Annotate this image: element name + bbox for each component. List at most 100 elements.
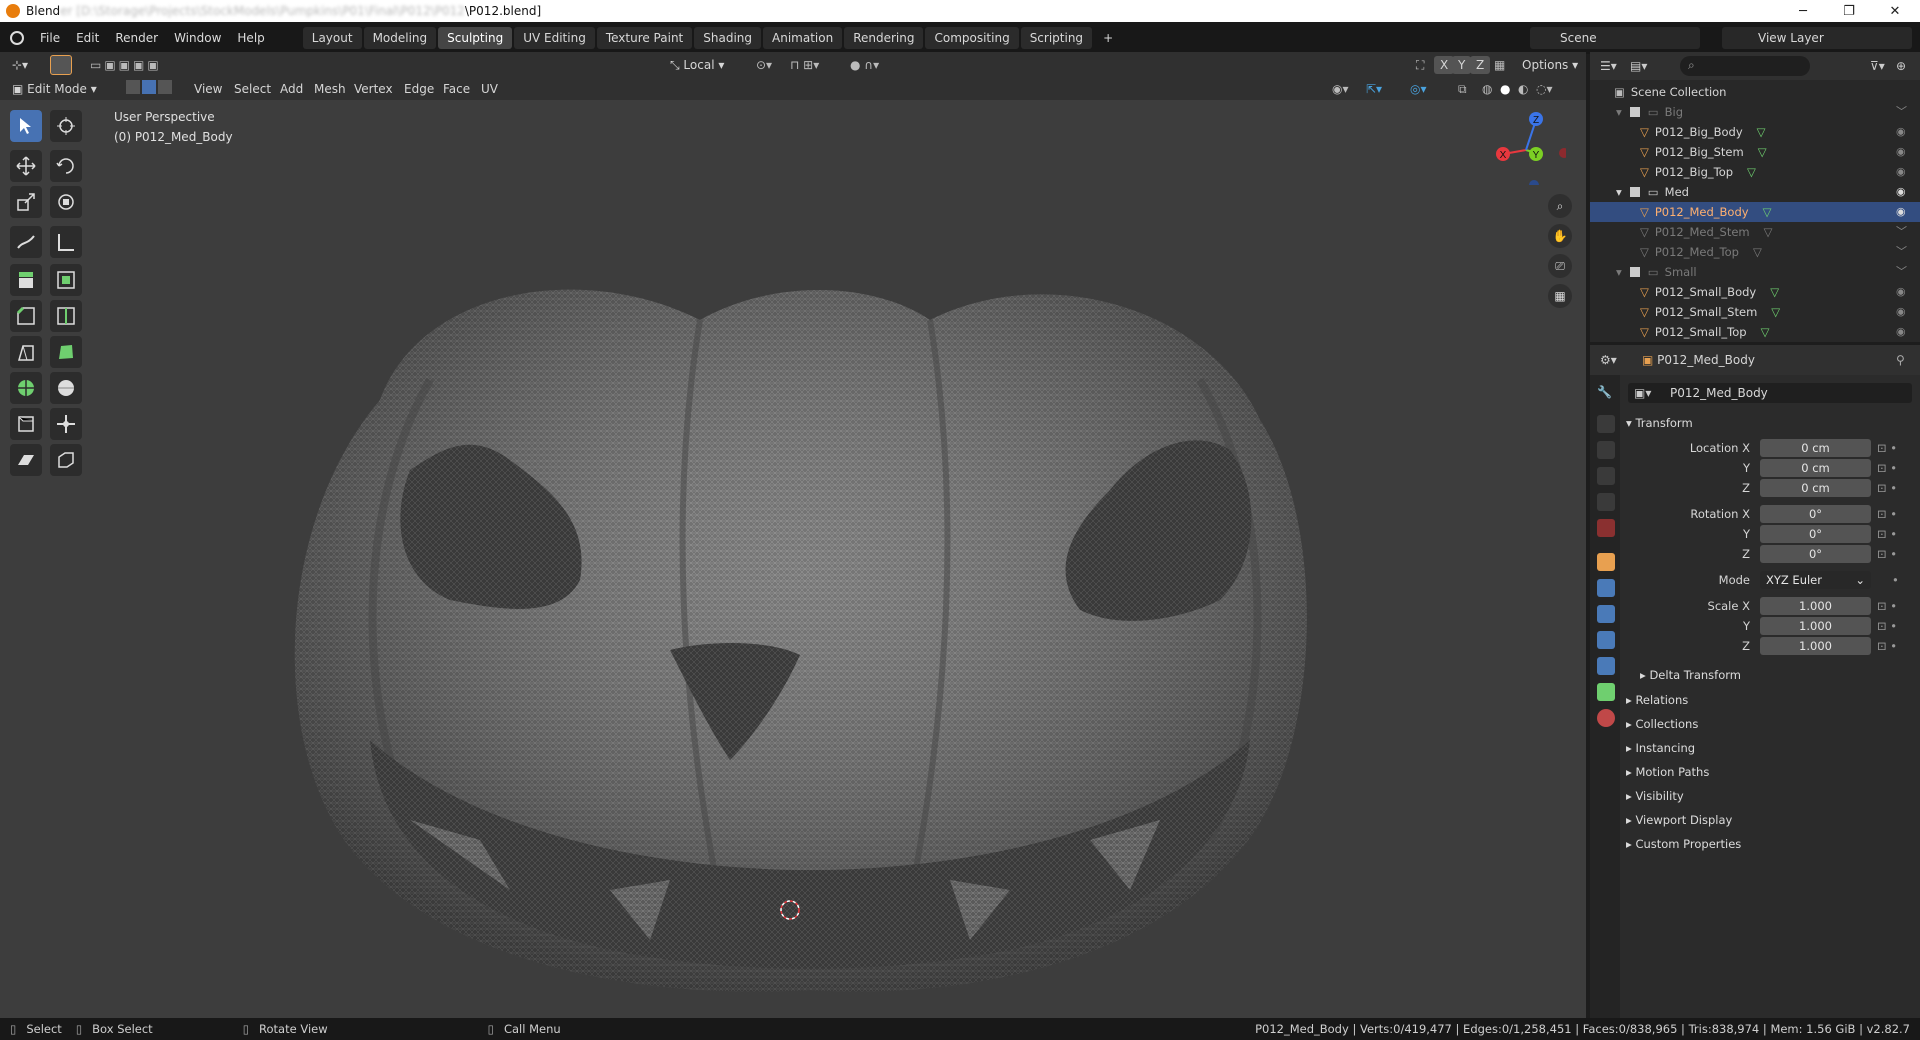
knife-tool-icon[interactable] [10, 336, 42, 368]
options-dropdown[interactable]: Options ▾ [1522, 56, 1578, 74]
auto-merge-icon[interactable]: ▦ [1494, 56, 1505, 74]
gizmo-icon[interactable]: ⇱▾ [1366, 80, 1382, 98]
active-tool-icon[interactable] [50, 55, 72, 75]
scene-collection-row[interactable]: ▣ Scene Collection [1590, 82, 1920, 102]
lock-icon[interactable]: ⊡ • [1877, 481, 1897, 495]
menu-uv[interactable]: UV [481, 80, 498, 98]
select-mode-vertex-edge-face[interactable] [126, 80, 172, 98]
transform-orientation-dropdown[interactable]: ⤡ Local ▾ [670, 56, 724, 74]
pan-hand-icon[interactable]: ✋ [1548, 224, 1572, 248]
mirror-y-toggle[interactable]: Y [1452, 56, 1472, 74]
tab-animation[interactable]: Animation [763, 27, 843, 49]
filter-icon[interactable]: ⊽▾ [1870, 57, 1885, 75]
location-y-field[interactable]: 0 cm [1760, 459, 1871, 477]
move-tool-icon[interactable] [10, 150, 42, 182]
display-mode-icon[interactable]: ▤▾ [1630, 57, 1647, 75]
overlays-icon[interactable]: ◎▾ [1410, 80, 1427, 98]
tool-tab-icon[interactable]: 🔧 [1597, 385, 1615, 403]
collection-row-small[interactable]: ▾ ▭ Small [1590, 262, 1920, 282]
select-box-tool-icon[interactable] [10, 110, 42, 142]
expand-arrow-icon[interactable]: ▾ [1616, 105, 1622, 119]
wireframe-shading-icon[interactable]: ◍ [1482, 80, 1492, 98]
measure-tool-icon[interactable] [50, 226, 82, 258]
lock-icon[interactable]: ⊡ • [1877, 527, 1897, 541]
lock-icon[interactable]: ⊡ • [1877, 507, 1897, 521]
eye-icon[interactable]: ◉ [1896, 162, 1907, 182]
camera-view-icon[interactable]: ⎚ [1548, 254, 1572, 278]
object-tab-icon[interactable] [1597, 553, 1615, 571]
menu-edit[interactable]: Edit [68, 31, 107, 45]
menu-select[interactable]: Select [234, 80, 271, 98]
poly-build-tool-icon[interactable] [50, 336, 82, 368]
scale-y-field[interactable]: 1.000 [1760, 617, 1871, 635]
location-z-field[interactable]: 0 cm [1760, 479, 1871, 497]
scale-tool-icon[interactable] [10, 186, 42, 218]
eye-icon[interactable]: ◉ [1896, 122, 1907, 142]
rotation-z-field[interactable]: 0° [1760, 545, 1871, 563]
tab-scripting[interactable]: Scripting [1020, 27, 1093, 49]
3d-viewport[interactable]: User Perspective (0) P012_Med_Body X Y Z… [0, 100, 1586, 1018]
tab-modeling[interactable]: Modeling [363, 27, 437, 49]
eye-icon[interactable]: ◉ [1896, 142, 1907, 162]
edge-slide-tool-icon[interactable] [10, 408, 42, 440]
add-workspace-button[interactable]: + [1094, 27, 1122, 49]
new-collection-icon[interactable]: ⊕ [1896, 57, 1906, 75]
tab-texture-paint[interactable]: Texture Paint [596, 27, 693, 49]
relations-panel-header[interactable]: ▸ Relations [1626, 690, 1688, 710]
eye-icon[interactable]: ◉ [1896, 182, 1907, 202]
rendered-shading-icon[interactable]: ◌▾ [1536, 80, 1553, 98]
annotate-tool-icon[interactable] [10, 226, 42, 258]
cursor-tool-icon[interactable] [50, 110, 82, 142]
object-row[interactable]: ▽ P012_Small_Top ▽ [1590, 322, 1920, 342]
xray-icon[interactable]: ⧉ [1458, 80, 1467, 98]
object-row[interactable]: ▽ P012_Big_Stem ▽ [1590, 142, 1920, 162]
outliner-search-input[interactable]: ⌕ [1680, 56, 1810, 76]
particles-tab-icon[interactable] [1597, 605, 1615, 623]
smooth-tool-icon[interactable] [50, 372, 82, 404]
tab-compositing[interactable]: Compositing [925, 27, 1019, 49]
inset-tool-icon[interactable] [50, 264, 82, 296]
menu-vertex[interactable]: Vertex [354, 80, 393, 98]
menu-window[interactable]: Window [166, 31, 229, 45]
mirror-z-toggle[interactable]: Z [1470, 56, 1491, 74]
rip-region-tool-icon[interactable] [50, 444, 82, 476]
scene-tab-icon[interactable] [1597, 493, 1615, 511]
custom-properties-panel-header[interactable]: ▸ Custom Properties [1626, 834, 1741, 854]
eye-icon[interactable]: ◉ [1896, 322, 1907, 342]
instancing-panel-header[interactable]: ▸ Instancing [1626, 738, 1695, 758]
close-button[interactable]: ✕ [1872, 0, 1918, 22]
mirror-icon[interactable]: ⛶ [1416, 56, 1424, 74]
object-row[interactable]: ▽ P012_Med_Stem ▽ [1590, 222, 1920, 242]
render-tab-icon[interactable] [1597, 415, 1615, 433]
menu-edge[interactable]: Edge [404, 80, 434, 98]
minimize-button[interactable]: ─ [1780, 0, 1826, 22]
view-layer-tab-icon[interactable] [1597, 467, 1615, 485]
blender-menu-icon[interactable] [10, 31, 24, 45]
eye-hidden-icon[interactable]: ﹀ [1896, 242, 1907, 262]
rotation-y-field[interactable]: 0° [1760, 525, 1871, 543]
eye-hidden-icon[interactable]: ﹀ [1896, 262, 1907, 282]
shrink-fatten-tool-icon[interactable] [50, 408, 82, 440]
snap-icon[interactable]: ⊓ ⊞▾ [790, 56, 819, 74]
bevel-tool-icon[interactable] [10, 300, 42, 332]
properties-editor-type-icon[interactable]: ⚙▾ [1600, 351, 1617, 369]
tab-sculpting[interactable]: Sculpting [438, 27, 513, 49]
object-row[interactable]: ▽ P012_Small_Stem ▽ [1590, 302, 1920, 322]
delta-transform-subpanel[interactable]: ▸ Delta Transform [1640, 665, 1741, 685]
modifier-tab-icon[interactable] [1597, 579, 1615, 597]
physics-tab-icon[interactable] [1597, 631, 1615, 649]
checkbox-icon[interactable] [1629, 267, 1640, 277]
menu-add[interactable]: Add [280, 80, 303, 98]
tab-uv-editing[interactable]: UV Editing [514, 27, 595, 49]
lock-icon[interactable]: ⊡ • [1877, 599, 1897, 613]
proportional-edit-icon[interactable]: ● ∩▾ [850, 56, 879, 74]
pumpkin-mesh[interactable] [250, 200, 1350, 1000]
motion-paths-panel-header[interactable]: ▸ Motion Paths [1626, 762, 1709, 782]
menu-help[interactable]: Help [229, 31, 272, 45]
shear-tool-icon[interactable] [10, 444, 42, 476]
zoom-icon[interactable]: ⌕ [1548, 194, 1572, 218]
collection-row-big[interactable]: ▾ ▭ Big [1590, 102, 1920, 122]
visibility-icon[interactable]: ◉▾ [1332, 80, 1349, 98]
object-name-field[interactable]: ▣▾ P012_Med_Body [1628, 383, 1912, 403]
checkbox-icon[interactable] [1629, 187, 1640, 197]
